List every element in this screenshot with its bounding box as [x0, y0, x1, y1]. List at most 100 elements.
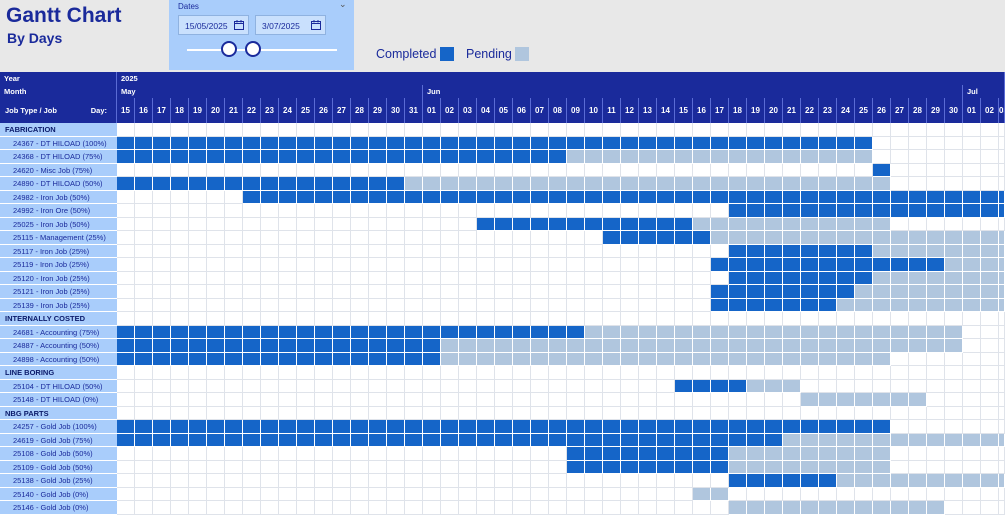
day-cell	[729, 312, 747, 326]
date-range-slider-track[interactable]	[187, 49, 337, 51]
day-cell	[675, 487, 693, 501]
day-cell	[459, 123, 477, 137]
pending-cell	[855, 447, 873, 461]
day-cell	[423, 217, 441, 231]
job-row-label[interactable]: 25120 - Iron Job (25%)	[0, 271, 117, 285]
completed-cell	[261, 177, 279, 191]
completed-cell	[693, 447, 711, 461]
start-date-input[interactable]: 15/05/2025	[178, 15, 249, 35]
pending-cell	[945, 244, 963, 258]
day-cell	[189, 123, 207, 137]
day-cell	[927, 150, 945, 164]
completed-cell	[765, 420, 783, 434]
day-cell	[999, 352, 1005, 366]
day-cell	[873, 123, 891, 137]
day-cell	[927, 163, 945, 177]
job-row-label[interactable]: 25104 - DT HILOAD (50%)	[0, 379, 117, 393]
pending-cell	[855, 352, 873, 366]
day-cell	[513, 123, 531, 137]
end-date-input[interactable]: 3/07/2025	[255, 15, 326, 35]
calendar-icon[interactable]	[311, 20, 321, 30]
job-row-label[interactable]: 25117 - Iron Job (25%)	[0, 244, 117, 258]
job-row-label[interactable]: 25138 - Gold Job (25%)	[0, 474, 117, 488]
day-cell	[675, 312, 693, 326]
day-header-cell: 18	[171, 98, 189, 123]
job-row-label[interactable]: 25115 - Management (25%)	[0, 231, 117, 245]
job-row-label[interactable]: 24619 - Gold Job (75%)	[0, 433, 117, 447]
job-row-label[interactable]: 24367 - DT HILOAD (100%)	[0, 136, 117, 150]
day-cell	[981, 352, 999, 366]
day-cell	[837, 366, 855, 380]
day-cell	[423, 312, 441, 326]
day-cell	[369, 379, 387, 393]
completed-cell	[639, 420, 657, 434]
completed-cell	[873, 163, 891, 177]
job-row-label[interactable]: 25139 - Iron Job (25%)	[0, 298, 117, 312]
day-cell	[225, 406, 243, 420]
completed-cell	[801, 271, 819, 285]
job-row-label[interactable]: 25119 - Iron Job (25%)	[0, 258, 117, 272]
job-row-label[interactable]: 25025 - Iron Job (50%)	[0, 217, 117, 231]
completed-cell	[603, 460, 621, 474]
job-row-label[interactable]: 24681 - Accounting (75%)	[0, 325, 117, 339]
chevron-down-icon[interactable]: ⌄	[339, 0, 347, 10]
day-cell	[963, 325, 981, 339]
day-cell	[909, 177, 927, 191]
completed-cell	[585, 190, 603, 204]
day-cell	[333, 204, 351, 218]
completed-cell	[297, 420, 315, 434]
day-cell	[351, 447, 369, 461]
job-row-label[interactable]: 24257 - Gold Job (100%)	[0, 420, 117, 434]
day-cell	[531, 163, 549, 177]
job-row-label[interactable]: 24887 - Accounting (50%)	[0, 339, 117, 353]
day-cell	[873, 136, 891, 150]
day-cell	[279, 244, 297, 258]
legend-completed-swatch	[440, 47, 454, 61]
date-slicer[interactable]: Dates ⌄ 15/05/2025 3/07/2025	[169, 0, 354, 70]
slider-end-handle[interactable]	[245, 41, 261, 57]
completed-cell	[315, 150, 333, 164]
day-header-cell: 30	[387, 98, 405, 123]
job-row-label[interactable]: 25140 - Gold Job (0%)	[0, 487, 117, 501]
job-row-label[interactable]: 24890 - DT HILOAD (50%)	[0, 177, 117, 191]
day-cell	[909, 420, 927, 434]
day-cell	[945, 406, 963, 420]
day-cell	[495, 231, 513, 245]
day-cell	[963, 339, 981, 353]
day-cell	[945, 393, 963, 407]
day-cell	[513, 271, 531, 285]
job-row-label[interactable]: 24368 - DT HILOAD (75%)	[0, 150, 117, 164]
job-row-label[interactable]: 25109 - Gold Job (50%)	[0, 460, 117, 474]
day-cell	[981, 325, 999, 339]
calendar-icon[interactable]	[234, 20, 244, 30]
day-cell	[693, 474, 711, 488]
pending-cell	[783, 231, 801, 245]
job-row-label[interactable]: 24898 - Accounting (50%)	[0, 352, 117, 366]
completed-cell	[711, 190, 729, 204]
day-cell	[153, 298, 171, 312]
day-cell	[243, 406, 261, 420]
job-row-label[interactable]: 24982 - Iron Job (50%)	[0, 190, 117, 204]
job-row-label[interactable]: 24620 - Misc Job (75%)	[0, 163, 117, 177]
day-cell	[477, 285, 495, 299]
day-cell	[477, 298, 495, 312]
day-cell	[981, 406, 999, 420]
pending-cell	[621, 339, 639, 353]
day-cell	[639, 312, 657, 326]
completed-cell	[621, 231, 639, 245]
job-row-label[interactable]: 25148 - DT HILOAD (0%)	[0, 393, 117, 407]
day-cell	[225, 487, 243, 501]
day-cell	[567, 406, 585, 420]
pending-cell	[639, 325, 657, 339]
day-cell	[333, 487, 351, 501]
completed-cell	[729, 204, 747, 218]
day-cell	[369, 285, 387, 299]
completed-cell	[819, 258, 837, 272]
day-cell	[243, 474, 261, 488]
slider-start-handle[interactable]	[221, 41, 237, 57]
day-cell	[585, 231, 603, 245]
job-row-label[interactable]: 25108 - Gold Job (50%)	[0, 447, 117, 461]
job-row-label[interactable]: 24992 - Iron Ore (50%)	[0, 204, 117, 218]
day-cell	[333, 258, 351, 272]
job-row-label[interactable]: 25121 - Iron Job (25%)	[0, 285, 117, 299]
